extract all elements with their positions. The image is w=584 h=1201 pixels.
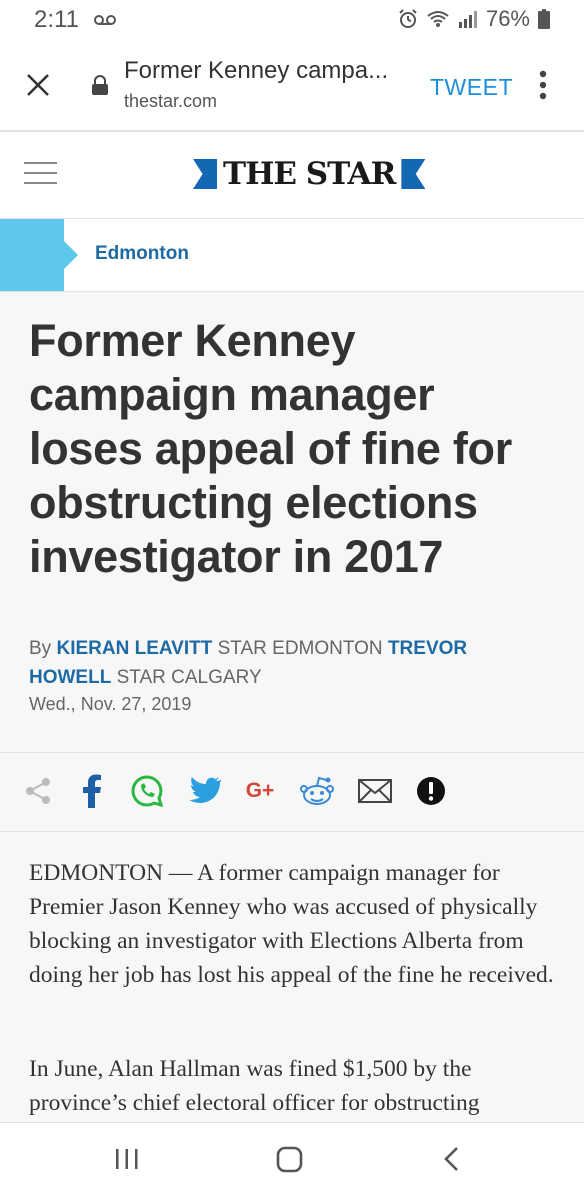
alarm-icon	[398, 9, 418, 29]
publish-date: Wed., Nov. 27, 2019	[29, 694, 192, 714]
back-icon[interactable]	[442, 1145, 462, 1178]
email-icon[interactable]	[357, 773, 393, 809]
author-affiliation-1: STAR EDMONTON	[217, 638, 383, 659]
wifi-icon	[426, 10, 450, 28]
custom-tab-toolbar: Former Kenney campa... thestar.com TWEET	[0, 40, 584, 132]
share-bar: G+	[0, 752, 584, 832]
twitter-icon[interactable]	[186, 773, 222, 809]
whatsapp-icon[interactable]	[129, 773, 165, 809]
reddit-icon[interactable]	[299, 773, 335, 809]
more-options-icon[interactable]	[539, 70, 547, 105]
section-link[interactable]: Edmonton	[95, 243, 189, 265]
byline: By KIERAN LEAVITT STAR EDMONTON TREVOR H…	[29, 634, 549, 692]
site-header: THE STAR	[0, 132, 584, 219]
google-plus-icon[interactable]: G+	[242, 773, 278, 809]
facebook-icon[interactable]	[74, 773, 110, 809]
signal-icon	[458, 10, 478, 28]
site-logo[interactable]: THE STAR	[193, 154, 426, 194]
recent-apps-icon[interactable]	[114, 1145, 140, 1178]
logo-flag-right	[401, 159, 426, 189]
author-link-1[interactable]: KIERAN LEAVITT	[56, 638, 212, 659]
section-band: Edmonton	[0, 219, 584, 292]
byline-prefix: By	[29, 638, 52, 659]
logo-text: THE STAR	[223, 156, 396, 192]
voicemail-icon	[94, 13, 116, 31]
system-navigation-bar	[0, 1122, 584, 1201]
report-icon[interactable]	[413, 773, 449, 809]
tweet-button[interactable]: TWEET	[430, 74, 513, 101]
article-paragraph: In June, Alan Hallman was fined $1,500 b…	[29, 1056, 480, 1116]
home-icon[interactable]	[276, 1145, 304, 1178]
close-icon[interactable]	[26, 73, 50, 102]
share-icon[interactable]	[20, 773, 56, 809]
menu-icon[interactable]	[24, 162, 57, 186]
section-accent-tab	[0, 219, 78, 291]
battery-percent: 76%	[485, 6, 530, 31]
author-affiliation-2: STAR CALGARY	[116, 667, 262, 688]
page-title: Former Kenney campa...	[124, 57, 389, 84]
lock-icon	[92, 75, 108, 100]
article-paragraph: EDMONTON — A former campaign manager for…	[29, 860, 554, 988]
battery-icon	[538, 9, 550, 29]
article-headline: Former Kenney campaign manager loses app…	[29, 315, 512, 582]
status-bar: 2:11 76%	[0, 0, 584, 40]
page-domain: thestar.com	[124, 91, 218, 111]
status-time: 2:11	[34, 6, 79, 33]
logo-flag-left	[193, 159, 217, 189]
